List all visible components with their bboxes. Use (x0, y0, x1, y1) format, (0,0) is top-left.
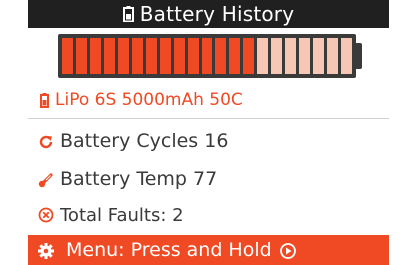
x-circle-icon (38, 207, 54, 223)
battery-segment-filled (62, 38, 73, 74)
total-faults-label: Total Faults: 2 (60, 204, 184, 226)
battery-segment-filled (243, 38, 255, 74)
battery-icon (122, 6, 134, 22)
menu-label: Menu: Press and Hold (66, 239, 272, 261)
divider (28, 118, 389, 119)
battery-segment-filled (201, 38, 213, 74)
battery-segment-filled (173, 38, 185, 74)
battery-segment-filled (159, 38, 171, 74)
page-title: Battery History (139, 2, 295, 26)
battery-segment-filled (229, 38, 241, 74)
battery-cycles-row: Battery Cycles 16 (28, 125, 389, 157)
battery-segment-filled (75, 38, 87, 74)
battery-model: LiPo 6S 5000mAh 50C (28, 86, 389, 114)
battery-segment-filled (103, 38, 115, 74)
battery-gauge (28, 28, 389, 86)
total-faults-row: Total Faults: 2 (28, 199, 389, 231)
battery-segment-filled (89, 38, 101, 74)
header: Battery History (28, 0, 389, 28)
battery-history-screen: Battery History LiPo 6S 5000mAh 50C Batt… (28, 0, 389, 265)
battery-segment-empty (299, 38, 311, 74)
battery-gauge-tip (356, 43, 362, 69)
thermometer-icon (38, 171, 54, 188)
battery-temp-label: Battery Temp 77 (60, 168, 218, 190)
battery-segment-empty (341, 38, 353, 74)
battery-segment-filled (131, 38, 143, 74)
battery-segment-empty (257, 38, 269, 74)
battery-segment-empty (327, 38, 339, 74)
battery-temp-row: Battery Temp 77 (28, 163, 389, 195)
battery-segment-filled (145, 38, 157, 74)
battery-model-label: LiPo 6S 5000mAh 50C (55, 90, 243, 110)
battery-segment-empty (271, 38, 283, 74)
gear-icon (38, 242, 54, 259)
battery-icon (40, 92, 49, 108)
battery-cycles-label: Battery Cycles 16 (60, 130, 229, 152)
battery-segment-empty (313, 38, 325, 74)
battery-segments (62, 38, 353, 74)
refresh-icon (38, 133, 54, 149)
battery-segment-filled (117, 38, 129, 74)
play-circle-icon (279, 242, 296, 259)
menu-button[interactable]: Menu: Press and Hold (28, 235, 389, 265)
battery-segment-filled (187, 38, 199, 74)
battery-gauge-body (58, 34, 356, 78)
battery-segment-filled (215, 38, 227, 74)
battery-segment-empty (285, 38, 297, 74)
